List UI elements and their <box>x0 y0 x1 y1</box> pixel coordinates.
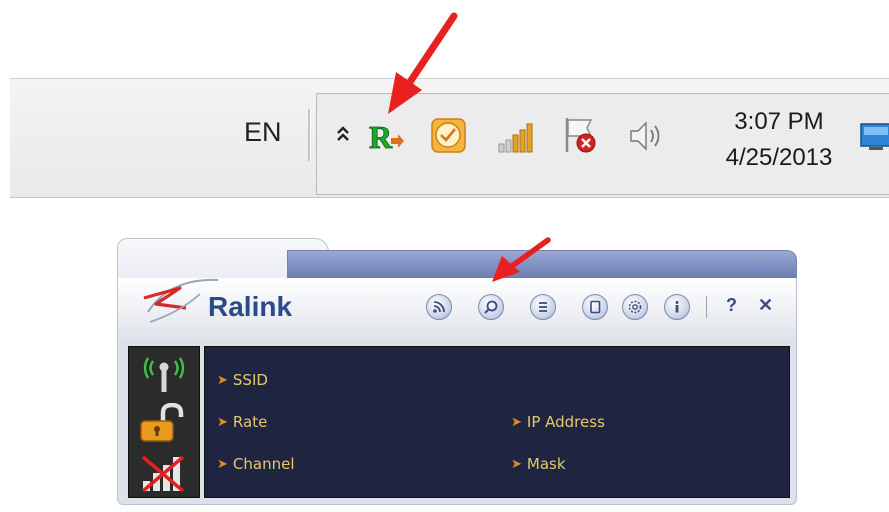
ip-address-field: ➤ IP Address <box>511 413 605 431</box>
annotation-arrow-window <box>486 236 556 292</box>
ssid-field: ➤ SSID <box>217 371 268 389</box>
rate-field: ➤ Rate <box>217 413 267 431</box>
help-button[interactable]: ? <box>726 295 737 316</box>
settings-button[interactable] <box>622 294 648 320</box>
info-icon <box>675 301 679 313</box>
window-body: ➤ SSID ➤ Rate ➤ Channel ➤ IP Address ➤ M… <box>117 340 797 505</box>
language-indicator[interactable]: EN <box>244 117 282 148</box>
close-button[interactable]: ✕ <box>758 295 773 316</box>
connection-info-panel: ➤ SSID ➤ Rate ➤ Channel ➤ IP Address ➤ M… <box>204 346 790 498</box>
rate-label: Rate <box>232 413 268 431</box>
antenna-icon <box>143 355 185 397</box>
show-desktop-icon[interactable] <box>859 120 889 158</box>
ssid-label: SSID <box>232 371 268 389</box>
taskbar-separator <box>308 109 311 161</box>
rss-icon <box>433 301 445 313</box>
status-icon-column <box>128 346 200 498</box>
unlocked-padlock-icon <box>139 402 187 449</box>
speaker-icon[interactable] <box>627 118 667 158</box>
bullet-arrow-icon: ➤ <box>511 414 522 430</box>
rss-button[interactable] <box>426 294 452 320</box>
ip-address-label: IP Address <box>526 413 605 431</box>
wireless-signal-icon[interactable] <box>497 120 537 158</box>
list-icon <box>539 302 547 312</box>
gear-icon <box>628 300 642 314</box>
bullet-arrow-icon: ➤ <box>217 414 228 430</box>
system-clock[interactable]: 3:07 PM 4/25/2013 <box>709 104 849 176</box>
bullet-arrow-icon: ➤ <box>217 456 228 472</box>
action-center-flag-icon[interactable] <box>561 114 601 160</box>
page-icon <box>590 300 601 314</box>
page-button[interactable] <box>582 294 608 320</box>
search-button[interactable] <box>478 294 504 320</box>
channel-field: ➤ Channel <box>217 455 295 473</box>
brand-name: Ralink <box>208 291 293 322</box>
show-hidden-icons-chevron-icon[interactable] <box>335 124 351 148</box>
bullet-arrow-icon: ➤ <box>511 456 522 472</box>
channel-label: Channel <box>232 455 295 473</box>
mask-label: Mask <box>526 455 566 473</box>
annotation-arrow-top <box>378 12 468 126</box>
window-header: Ralink ? ✕ <box>117 278 797 340</box>
list-button[interactable] <box>530 294 556 320</box>
toolbar-separator <box>706 296 707 318</box>
search-icon <box>484 300 498 314</box>
clock-date: 4/25/2013 <box>725 144 833 171</box>
clock-time: 3:07 PM <box>734 108 824 135</box>
bullet-arrow-icon: ➤ <box>217 372 228 388</box>
ralink-utility-window: Ralink ? ✕ ➤ SSID ➤ Rate ➤ Channel ➤ IP … <box>117 238 797 506</box>
info-button[interactable] <box>664 294 690 320</box>
mask-field: ➤ Mask <box>511 455 566 473</box>
no-signal-icon <box>139 453 189 497</box>
